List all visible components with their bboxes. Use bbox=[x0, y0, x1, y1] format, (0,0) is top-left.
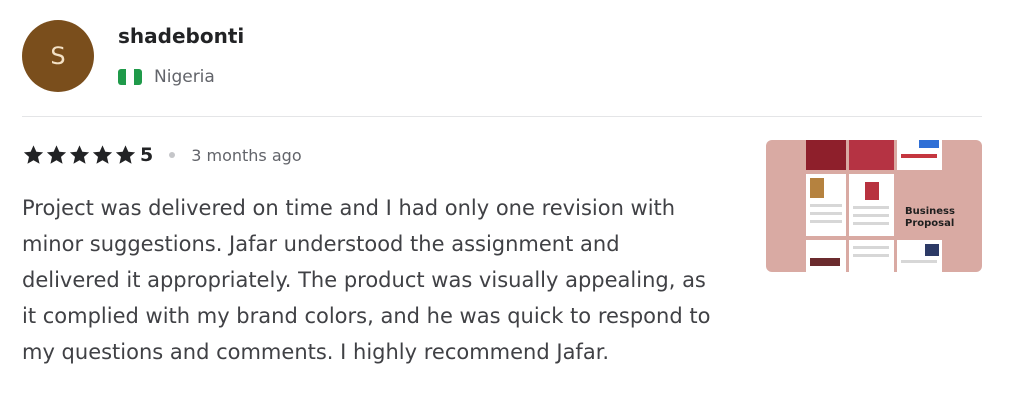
thumbnail-page bbox=[849, 240, 894, 272]
rating-value: 5 bbox=[140, 144, 154, 166]
thumbnail-page bbox=[806, 140, 846, 170]
thumbnail-page bbox=[897, 240, 942, 272]
attachment-thumbnail[interactable]: Business Proposal bbox=[766, 140, 982, 272]
nigeria-flag-icon bbox=[118, 69, 142, 85]
reviewer-username: shadebonti bbox=[118, 24, 245, 48]
separator-dot bbox=[169, 152, 176, 158]
thumbnail-page bbox=[806, 240, 846, 272]
review-text: Project was delivered on time and I had … bbox=[22, 196, 711, 364]
review-rating-row: 5 3 months ago bbox=[22, 142, 302, 168]
star-icon bbox=[114, 144, 137, 166]
thumbnail-title: Business Proposal bbox=[905, 206, 955, 229]
thumbnail-page bbox=[849, 140, 894, 170]
divider bbox=[22, 116, 982, 117]
avatar[interactable]: S bbox=[22, 20, 94, 92]
star-icon bbox=[22, 144, 45, 166]
review-time: 3 months ago bbox=[191, 145, 302, 165]
reviewer-country: Nigeria bbox=[118, 66, 215, 88]
star-rating bbox=[22, 144, 137, 166]
thumbnail-page bbox=[806, 174, 846, 236]
star-icon bbox=[91, 144, 114, 166]
thumbnail-page bbox=[897, 140, 942, 170]
thumbnail-page bbox=[849, 174, 894, 236]
country-name: Nigeria bbox=[154, 67, 215, 87]
star-icon bbox=[45, 144, 68, 166]
star-icon bbox=[68, 144, 91, 166]
